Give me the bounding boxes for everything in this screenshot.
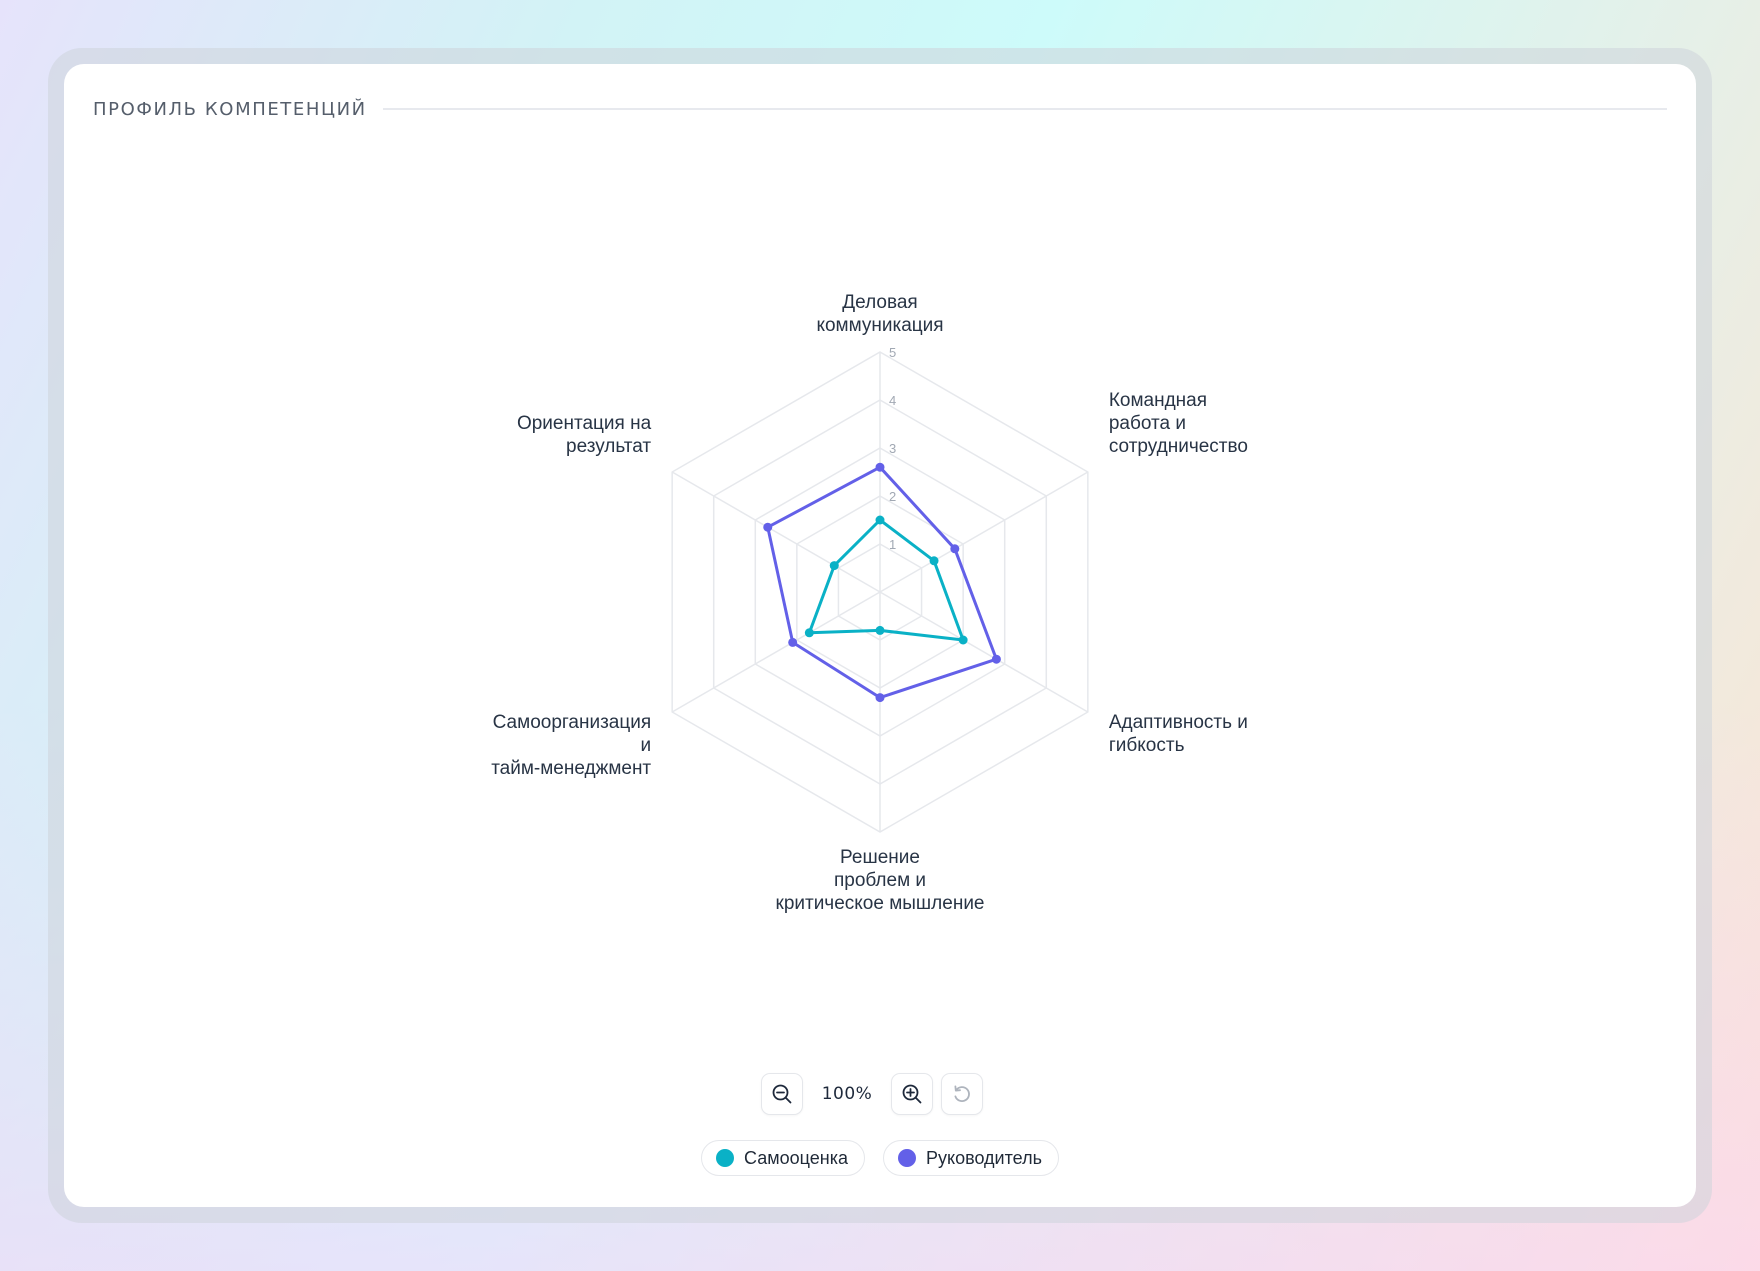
series-line-1	[766, 465, 998, 700]
radial-tick-label: 5	[889, 345, 896, 360]
reset-zoom-button[interactable]	[941, 1073, 983, 1115]
axis-label-5: Ориентация на результат	[517, 413, 652, 457]
zoom-in-button[interactable]	[891, 1073, 933, 1115]
axis-label-0: Деловая коммуникация	[816, 292, 943, 336]
radar-chart: 1 2 3 4 5 Деловая коммуникация Командная работа …	[491, 292, 1248, 914]
radial-tick-label: 4	[889, 393, 896, 408]
axis-label-4: Самоорганизация и тайм-менеджмент	[491, 712, 651, 779]
competency-card: ПРОФИЛЬ КОМПЕТЕНЦИЙ 1 2 3 4 5 Деловая коммуник…	[64, 64, 1696, 1207]
axis-label-3: Решение проблем и критическое мышление	[776, 847, 985, 914]
radial-tick-label: 2	[889, 489, 896, 504]
series-point-0-4	[804, 628, 814, 638]
axis-label-1: Командная работа и сотрудничество	[1109, 390, 1248, 457]
zoom-out-icon	[772, 1084, 792, 1104]
legend-label-manager: Руководитель	[925, 1147, 1042, 1168]
series-point-1-4	[788, 637, 798, 647]
radial-tick-label: 1	[889, 537, 896, 552]
legend-item-manager[interactable]: Руководитель	[882, 1140, 1059, 1176]
axis-label-2: Адаптивность и гибкость	[1109, 712, 1248, 756]
series-point-0-3	[875, 625, 885, 635]
series-point-0-0	[875, 515, 885, 525]
grid-spoke-2	[879, 591, 1089, 713]
zoom-controls: 100%	[761, 1070, 983, 1118]
series-point-1-0	[875, 462, 885, 472]
legend-swatch-self	[716, 1149, 735, 1167]
series-point-1-2	[991, 654, 1001, 664]
series-line-0	[807, 518, 965, 642]
series-point-0-5	[829, 561, 839, 571]
legend-item-self[interactable]: Самооценка	[701, 1140, 865, 1176]
grid-spoke-1	[879, 471, 1089, 593]
radial-tick-label: 3	[889, 441, 896, 456]
chart-legend: Самооценка Руководитель	[64, 1140, 1696, 1176]
zoom-out-button[interactable]	[761, 1073, 803, 1115]
zoom-level: 100%	[821, 1084, 873, 1104]
reset-icon	[954, 1085, 970, 1102]
grid-spoke-5	[671, 471, 881, 593]
series-point-1-1	[950, 544, 960, 554]
legend-label-self: Самооценка	[744, 1147, 848, 1168]
grid-spoke-4	[671, 591, 881, 713]
legend-swatch-manager	[897, 1149, 916, 1167]
series-point-1-3	[875, 693, 885, 703]
zoom-in-icon	[902, 1084, 922, 1104]
series-point-0-1	[929, 556, 939, 566]
series-point-0-2	[958, 635, 968, 645]
series-point-1-5	[763, 522, 773, 532]
